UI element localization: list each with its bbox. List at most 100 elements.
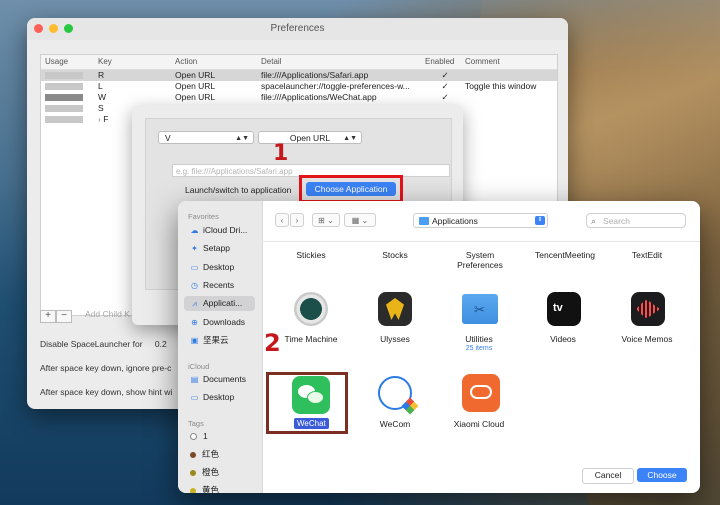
- sidebar-item-setapp[interactable]: ✦ Setapp: [184, 241, 255, 256]
- row-key: W: [98, 92, 107, 102]
- panel-toolbar: ‹ › ⊞ ⌄ ▦ ⌄ Applications ⇕ ⌕ Search: [262, 201, 700, 242]
- sidebar-item-label: Desktop: [203, 262, 235, 272]
- col-detail[interactable]: Detail: [261, 55, 425, 69]
- clock-icon: ◷: [191, 281, 198, 290]
- launch-label: Launch/switch to application: [185, 185, 292, 195]
- col-usage[interactable]: Usage: [41, 55, 95, 69]
- step-2-marker: 2: [264, 329, 281, 357]
- table-row[interactable]: W Open URL file:///Applications/WeChat.a…: [41, 92, 557, 103]
- group-button[interactable]: ▦ ⌄: [344, 213, 376, 227]
- action-value: Open URL: [289, 133, 331, 143]
- key-popup[interactable]: V ▲▼: [158, 131, 254, 144]
- sidebar-item-icloud-drive[interactable]: ☁ iCloud Dri...: [184, 223, 255, 238]
- add-button[interactable]: +: [40, 310, 56, 323]
- sidebar-tag-yellow[interactable]: 黄色: [184, 483, 255, 493]
- sidebar-item-desktop[interactable]: ▭ Desktop: [184, 260, 255, 275]
- file-item[interactable]: TextEdit: [612, 250, 682, 260]
- row-action: Open URL: [175, 70, 216, 80]
- icloud-header: iCloud: [188, 362, 210, 371]
- sidebar-item-icloud-desktop[interactable]: ▭ Desktop: [184, 390, 255, 405]
- sidebar-tag-red[interactable]: 红色: [184, 447, 255, 462]
- add-child-key-button[interactable]: Add Child K: [85, 309, 130, 319]
- col-action[interactable]: Action: [175, 55, 261, 69]
- row-detail: file:///Applications/Safari.app: [261, 70, 369, 80]
- chevron-updown-icon: ▲▼: [343, 135, 357, 142]
- choose-application-panel: Favorites ☁ iCloud Dri... ✦ Setapp ▭ Deskto…: [178, 201, 700, 493]
- col-key[interactable]: Key: [95, 55, 175, 69]
- key-value: V: [165, 133, 171, 143]
- row-enabled-checkbox[interactable]: ✓: [425, 81, 465, 92]
- sidebar-item-applications[interactable]: ⩘ Applicati...: [184, 296, 255, 311]
- sidebar: Favorites ☁ iCloud Dri... ✦ Setapp ▭ Deskto…: [178, 201, 263, 493]
- folder-icon: ▣: [190, 336, 199, 345]
- icon-grid-icon: ⊞ ⌄: [318, 216, 334, 225]
- row-comment: [465, 114, 557, 125]
- usage-bar: [45, 94, 83, 102]
- file-grid: Stickies Stocks System Preferences Tence…: [262, 242, 700, 458]
- tags-header: Tags: [188, 419, 204, 428]
- table-row[interactable]: R Open URL file:///Applications/Safari.a…: [41, 70, 557, 81]
- sidebar-tag-orange[interactable]: 橙色: [184, 465, 255, 480]
- sidebar-item-jianguoyun[interactable]: ▣ 坚果云: [184, 333, 255, 348]
- search-icon: ⌕: [591, 216, 597, 226]
- sidebar-item-documents[interactable]: ▤ Documents: [184, 372, 255, 387]
- forward-button[interactable]: ›: [290, 213, 304, 227]
- row-enabled-checkbox[interactable]: ✓: [425, 92, 465, 103]
- voice-memos-icon[interactable]: [631, 292, 665, 326]
- row-comment: [465, 103, 557, 114]
- choose-button[interactable]: Choose: [637, 468, 687, 482]
- list-group-icon: ▦ ⌄: [351, 216, 369, 225]
- document-icon: ▤: [190, 375, 199, 384]
- file-item-label: WeCom: [379, 419, 411, 429]
- sidebar-item-downloads[interactable]: ⊕ Downloads: [184, 315, 255, 330]
- videos-tv-icon[interactable]: tv: [547, 292, 581, 326]
- back-button[interactable]: ‹: [275, 213, 289, 227]
- file-item-label: Xiaomi Cloud: [453, 419, 505, 429]
- row-enabled-checkbox[interactable]: ✓: [425, 70, 465, 81]
- ignore-option-label: After space key down, ignore pre-c: [40, 363, 172, 373]
- search-input[interactable]: ⌕ Search: [586, 213, 686, 228]
- sidebar-item-label: Desktop: [203, 392, 235, 402]
- table-row[interactable]: L Open URL spacelauncher://toggle-prefer…: [41, 81, 557, 92]
- file-item[interactable]: Stickies: [276, 250, 346, 260]
- row-detail: file:///Applications/WeChat.app: [261, 92, 377, 102]
- wecom-icon[interactable]: [378, 376, 419, 415]
- chevron-left-icon: ‹: [280, 216, 284, 225]
- sidebar-item-label: Setapp: [203, 243, 230, 253]
- sidebar-item-label: iCloud Dri...: [203, 225, 248, 235]
- sidebar-item-recents[interactable]: ◷ Recents: [184, 278, 255, 293]
- desktop-icon: ▭: [190, 393, 199, 402]
- remove-button[interactable]: −: [56, 310, 72, 323]
- col-comment[interactable]: Comment: [465, 55, 557, 69]
- xiaomi-cloud-icon[interactable]: [462, 374, 500, 412]
- file-item[interactable]: System Preferences: [444, 250, 516, 270]
- applications-icon: ⩘: [192, 299, 197, 308]
- row-comment: Toggle this window: [465, 81, 537, 91]
- row-action: Open URL: [175, 92, 216, 102]
- setapp-icon: ✦: [191, 244, 198, 253]
- view-mode-button[interactable]: ⊞ ⌄: [312, 213, 340, 227]
- ulysses-icon[interactable]: [378, 292, 412, 326]
- usage-bar: [45, 83, 83, 91]
- cancel-button[interactable]: Cancel: [582, 468, 634, 484]
- sidebar-tag-1[interactable]: 1: [184, 429, 255, 444]
- file-item[interactable]: TencentMeeting: [528, 250, 602, 260]
- chevron-updown-icon: ▲▼: [235, 135, 249, 142]
- col-enabled[interactable]: Enabled: [425, 55, 465, 69]
- usage-bar: [45, 72, 83, 80]
- utilities-folder-icon[interactable]: ✂: [462, 294, 498, 324]
- chevron-updown-icon: ⇕: [535, 216, 545, 225]
- sidebar-item-label: Documents: [203, 374, 246, 384]
- sidebar-item-label: Applicati...: [203, 298, 243, 308]
- title-bar: Preferences: [27, 18, 568, 40]
- time-machine-icon[interactable]: [294, 292, 328, 326]
- file-item-label: Ulysses: [380, 334, 410, 344]
- row-key: L: [98, 81, 103, 91]
- disable-duration-field[interactable]: 0.2: [155, 339, 167, 349]
- file-item[interactable]: Stocks: [360, 250, 430, 260]
- choose-application-button[interactable]: Choose Application: [306, 182, 396, 196]
- sidebar-item-label: 红色: [202, 449, 220, 459]
- location-popup[interactable]: Applications ⇕: [413, 213, 548, 228]
- file-item-count: 25 items: [465, 345, 493, 352]
- tag-dot-icon: [190, 451, 196, 458]
